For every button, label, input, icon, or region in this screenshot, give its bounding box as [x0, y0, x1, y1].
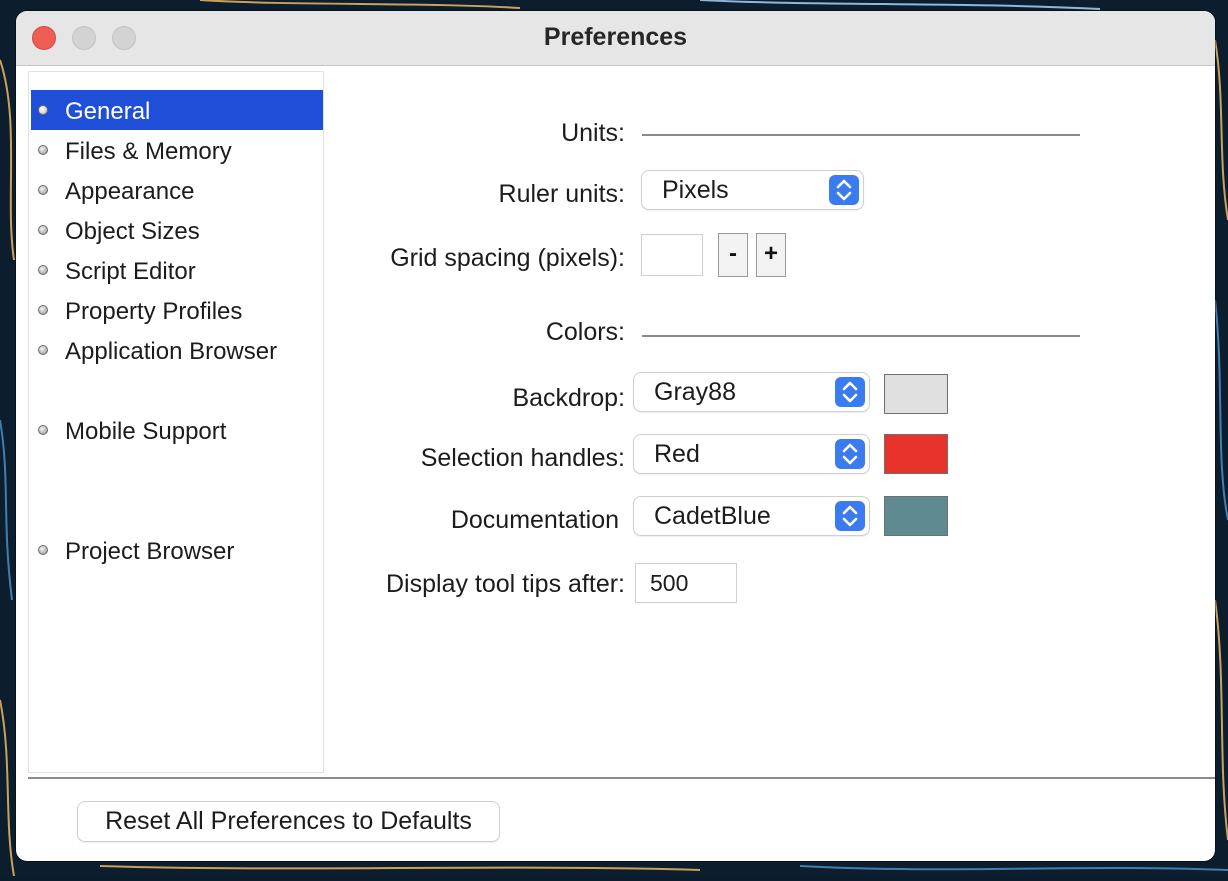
selection-handles-label: Selection handles:: [420, 444, 625, 472]
backdrop-label: Backdrop:: [512, 384, 625, 412]
radio-dot-icon: [38, 105, 48, 115]
title-bar: Preferences: [16, 11, 1215, 66]
sidebar-item-label: Script Editor: [65, 258, 196, 285]
ruler-units-value: Pixels: [662, 176, 729, 204]
preferences-category-list: General Files & Memory Appearance Object…: [28, 71, 324, 773]
colors-separator: [642, 335, 1080, 337]
radio-dot-icon: [38, 425, 48, 435]
sidebar-item-label: Application Browser: [65, 338, 278, 365]
grid-spacing-decrement-button[interactable]: -: [718, 233, 748, 277]
documentation-color-popup[interactable]: CadetBlue: [634, 497, 869, 535]
units-separator: [642, 134, 1080, 136]
popup-chevron-updown-icon: [829, 175, 859, 205]
sidebar-item-files-memory[interactable]: Files & Memory: [31, 130, 323, 170]
sidebar-item-label: Project Browser: [65, 538, 235, 565]
selection-handles-color-swatch[interactable]: [884, 434, 948, 474]
radio-dot-icon: [38, 305, 48, 315]
sidebar-item-label: General: [65, 98, 151, 125]
sidebar-item-appearance[interactable]: Appearance: [31, 170, 323, 210]
tooltip-delay-field[interactable]: 500: [635, 563, 737, 603]
units-section-label: Units:: [561, 119, 625, 147]
backdrop-color-value: Gray88: [654, 378, 736, 406]
ruler-units-label: Ruler units:: [498, 180, 625, 208]
window-title: Preferences: [543, 23, 688, 51]
tooltip-delay-label: Display tool tips after:: [386, 570, 625, 598]
ruler-units-popup[interactable]: Pixels: [642, 171, 863, 209]
documentation-label: Documentation: [450, 506, 619, 534]
popup-chevron-updown-icon: [835, 439, 865, 469]
reset-preferences-button[interactable]: Reset All Preferences to Defaults: [78, 802, 499, 841]
popup-chevron-updown-icon: [835, 377, 865, 407]
radio-dot-icon: [38, 545, 48, 555]
colors-section-label: Colors:: [545, 318, 625, 346]
radio-dot-icon: [38, 225, 48, 235]
preferences-window: Preferences General Files & Memory Appea…: [16, 11, 1215, 861]
backdrop-color-swatch[interactable]: [884, 374, 948, 414]
sidebar-item-mobile-support[interactable]: Mobile Support: [31, 410, 323, 450]
sidebar-item-object-sizes[interactable]: Object Sizes: [31, 210, 323, 250]
backdrop-color-popup[interactable]: Gray88: [634, 373, 869, 411]
sidebar-item-general[interactable]: General: [31, 90, 323, 130]
sidebar-item-application-browser[interactable]: Application Browser: [31, 330, 323, 370]
radio-dot-icon: [38, 265, 48, 275]
documentation-color-swatch[interactable]: [884, 496, 948, 536]
popup-chevron-updown-icon: [835, 501, 865, 531]
grid-spacing-label: Grid spacing (pixels):: [390, 244, 625, 272]
sidebar-item-label: Files & Memory: [65, 138, 232, 165]
sidebar-item-project-browser[interactable]: Project Browser: [31, 530, 323, 570]
sidebar-item-script-editor[interactable]: Script Editor: [31, 250, 323, 290]
selection-handles-color-value: Red: [654, 440, 700, 468]
documentation-color-value: CadetBlue: [654, 502, 771, 530]
selection-handles-color-popup[interactable]: Red: [634, 435, 869, 473]
sidebar-item-label: Object Sizes: [65, 218, 200, 245]
sidebar-item-label: Mobile Support: [65, 418, 227, 445]
footer-separator: [28, 777, 1215, 779]
sidebar-item-property-profiles[interactable]: Property Profiles: [31, 290, 323, 330]
sidebar-item-label: Property Profiles: [65, 298, 243, 325]
radio-dot-icon: [38, 345, 48, 355]
radio-dot-icon: [38, 185, 48, 195]
radio-dot-icon: [38, 145, 48, 155]
sidebar-item-label: Appearance: [65, 178, 195, 205]
grid-spacing-field[interactable]: [641, 234, 703, 276]
grid-spacing-increment-button[interactable]: +: [756, 233, 786, 277]
